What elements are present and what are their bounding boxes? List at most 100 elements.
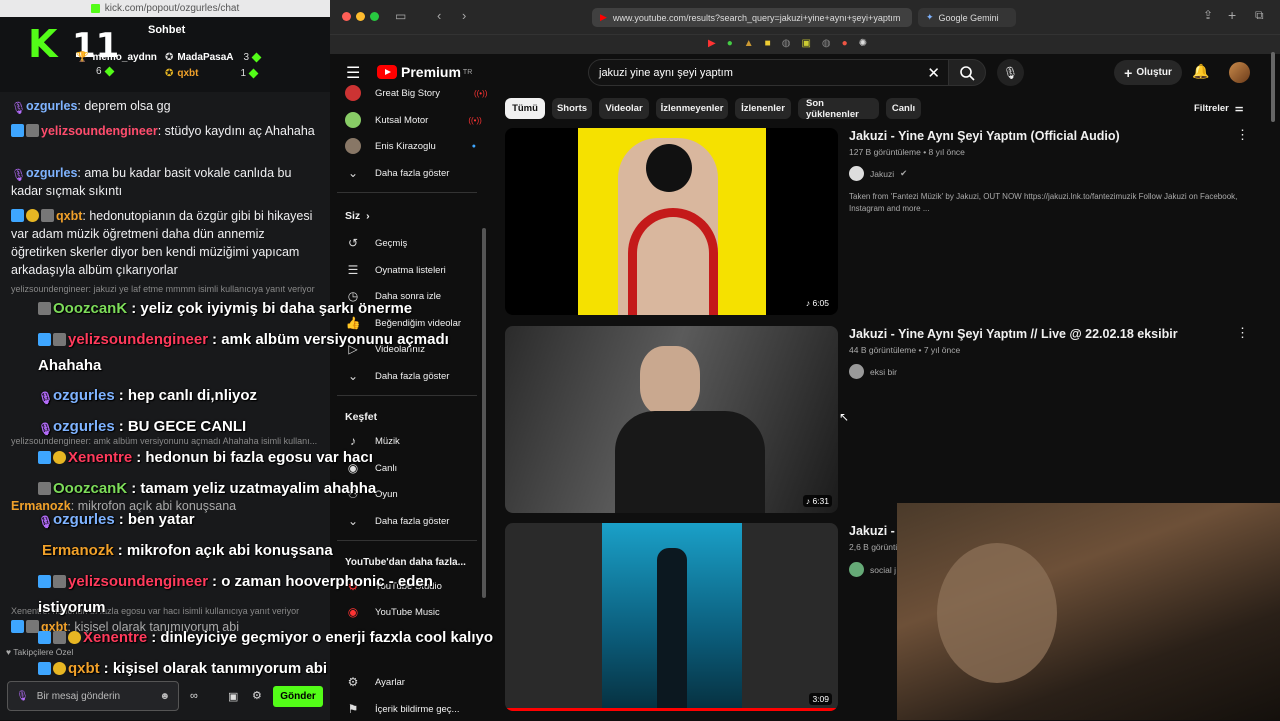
chip-videos[interactable]: Videolar xyxy=(599,98,649,119)
create-button[interactable]: + Oluştur xyxy=(1114,60,1182,85)
chat-username[interactable]: ozgurles xyxy=(26,99,77,113)
tab-overview-icon[interactable]: ⧉ xyxy=(1255,8,1264,23)
video-channel[interactable]: eksi bir xyxy=(849,364,897,379)
chat-text: : deprem olsa gg xyxy=(77,99,171,113)
emoji-icon[interactable]: ☻ xyxy=(159,691,170,702)
chat-username[interactable]: qxbt xyxy=(56,209,82,223)
video-thumbnail[interactable]: 3:09 xyxy=(505,523,838,711)
sidebar-scrollbar[interactable] xyxy=(482,228,486,598)
infinity-icon[interactable]: ∞ xyxy=(190,690,198,702)
chip-shorts[interactable]: Shorts xyxy=(552,98,592,119)
channel-name: social j xyxy=(870,564,896,575)
video-thumbnail[interactable]: ♪ 6:31 xyxy=(505,326,838,513)
music-note-icon: ♪ xyxy=(350,434,356,448)
tab-google-gemini[interactable]: ✦ Google Gemini xyxy=(918,8,1016,27)
chip-recently-uploaded[interactable]: Son yüklenenler xyxy=(798,98,879,120)
sidebar-label: Great Big Story xyxy=(375,87,440,99)
sidebar-item-history[interactable]: ↺ Geçmiş xyxy=(345,231,407,255)
bookmark-youtube-icon[interactable]: ▶ xyxy=(708,38,716,49)
chat-username[interactable]: yelizsoundengineer xyxy=(41,124,158,138)
sidebar-label: Oynatma listeleri xyxy=(375,264,446,276)
search-button[interactable] xyxy=(948,59,986,86)
overlay-text: : BU GECE CANLI xyxy=(118,418,247,435)
sidebar-item-enis-kirazoglu[interactable]: Enis Kirazoglu ● xyxy=(345,134,476,158)
settings-icon[interactable]: ⚙ xyxy=(252,689,262,702)
chip-all[interactable]: Tümü xyxy=(505,98,545,119)
notifications-bell-icon[interactable]: 🔔 xyxy=(1192,63,1209,80)
sidebar-item-report[interactable]: ⚑ İçerik bildirme geç... xyxy=(345,697,460,721)
more-options-icon[interactable]: ⋮ xyxy=(1236,325,1249,341)
roses-shape xyxy=(628,208,718,315)
chip-watched[interactable]: İzlenenler xyxy=(735,98,791,119)
menu-icon[interactable]: ☰ xyxy=(346,63,360,83)
chat-username[interactable]: ozgurles xyxy=(26,166,77,180)
overlay-text: : o zaman hooverphonic - eden xyxy=(212,573,433,590)
overlay-text: : mikrofon açık abi konuşsana xyxy=(117,542,333,559)
sidebar-item-playlists[interactable]: ☰ Oynatma listeleri xyxy=(345,258,446,282)
youtube-music-icon: ◉ xyxy=(347,605,359,619)
gift-icon[interactable]: ▣ xyxy=(228,690,238,703)
chip-live[interactable]: Canlı xyxy=(886,98,921,119)
plus-icon: + xyxy=(1124,64,1133,81)
bookmark-drop-icon[interactable]: ● xyxy=(727,38,733,49)
share-icon[interactable]: ⇪ xyxy=(1203,8,1213,22)
chevron-down-icon: ⌄ xyxy=(347,369,359,383)
sidebar-item-settings[interactable]: ⚙ Ayarlar xyxy=(345,670,405,694)
bookmark-f-icon[interactable]: ▣ xyxy=(801,38,810,49)
gifter-badge-icon xyxy=(53,662,66,675)
sidebar-toggle-icon[interactable]: ▭ xyxy=(395,9,406,23)
singer-body-shape xyxy=(615,411,765,513)
video-title[interactable]: Jakuzi - Yine Aynı Şeyi Yaptım // Live @… xyxy=(849,327,1178,341)
bookmark-red-icon[interactable]: ● xyxy=(842,38,848,49)
sidebar-item-youtube-music[interactable]: ◉ YouTube Music xyxy=(345,600,440,624)
avatar[interactable] xyxy=(1229,62,1250,83)
filters-button[interactable]: Filtreler ⚌ xyxy=(1194,103,1243,114)
flag-icon: ⚑ xyxy=(347,702,359,716)
sidebar-label: Beğendiğim videolar xyxy=(375,317,462,329)
sliders-icon: ⚌ xyxy=(1234,103,1244,114)
bookmark-square-icon[interactable]: ■ xyxy=(765,38,771,49)
chip-unwatched[interactable]: İzlenmeyenler xyxy=(656,98,728,119)
bookmark-globe-icon[interactable]: ◍ xyxy=(782,38,791,49)
bookmarks-bar: ▶ ● ▲ ■ ◍ ▣ ◍ ● ✺ xyxy=(330,34,1280,54)
section-title: Siz xyxy=(345,210,361,222)
more-options-icon[interactable]: ⋮ xyxy=(1236,127,1249,143)
forward-arrow-icon[interactable]: › xyxy=(462,8,466,23)
voice-search-button[interactable]: 🎙 xyxy=(997,59,1024,86)
overlay-username: yelizsoundengineer xyxy=(68,331,209,348)
sidebar-item-great-big-story[interactable]: Great Big Story ((•)) xyxy=(345,81,487,105)
close-window-icon[interactable] xyxy=(342,12,351,21)
sidebar-divider xyxy=(337,540,477,541)
overlay-text: : hep canlı di,nliyoz xyxy=(118,387,258,404)
youtube-premium-logo[interactable]: Premium TR xyxy=(377,64,472,80)
video-channel[interactable]: Jakuzi ✔ xyxy=(849,166,907,181)
clear-search-icon[interactable]: ✕ xyxy=(927,64,940,82)
channel-avatar xyxy=(849,364,864,379)
bookmark-gear-icon[interactable]: ✺ xyxy=(859,38,867,49)
maximize-window-icon[interactable] xyxy=(370,12,379,21)
search-input[interactable]: jakuzi yine aynı şeyi yaptım ✕ xyxy=(588,59,951,86)
video-channel[interactable]: social j xyxy=(849,562,896,577)
video-thumbnail[interactable]: ♪ 6:05 xyxy=(505,128,838,315)
sidebar-item-kutsal-motor[interactable]: Kutsal Motor ((•)) xyxy=(345,108,482,132)
overlay-chat-line: OoozcanK: tamam yeliz uzatmayalim ahahha xyxy=(38,480,376,497)
back-arrow-icon[interactable]: ‹ xyxy=(437,8,441,23)
medal-icon: ✪ xyxy=(165,68,174,79)
video-age: 8 yıl önce xyxy=(928,147,965,157)
overlay-chat-line: Ahahaha xyxy=(38,357,102,374)
video-title[interactable]: Jakuzi - Yine Aynı Şeyi Yaptım (Official… xyxy=(849,129,1120,143)
chat-input[interactable]: 🎙 Bir mesaj gönderin ☻ xyxy=(7,681,179,711)
page-scrollbar[interactable] xyxy=(1271,52,1275,122)
sidebar-show-more[interactable]: ⌄ Daha fazla göster xyxy=(345,364,450,388)
new-tab-icon[interactable]: + xyxy=(1228,7,1236,23)
sidebar-section-you[interactable]: Siz › xyxy=(345,204,370,228)
address-bar[interactable]: ▶ www.youtube.com/results?search_query=j… xyxy=(592,8,912,27)
sidebar-show-more[interactable]: ⌄ Daha fazla göster xyxy=(345,509,450,533)
bookmark-web-icon[interactable]: ◍ xyxy=(822,38,831,49)
youtube-play-icon xyxy=(377,65,397,79)
send-button[interactable]: Gönder xyxy=(273,686,323,707)
sidebar-show-more[interactable]: ⌄ Daha fazla göster xyxy=(345,161,450,185)
minimize-window-icon[interactable] xyxy=(356,12,365,21)
bookmark-fire-icon[interactable]: ▲ xyxy=(744,38,754,49)
kick-url-bar[interactable]: kick.com/popout/ozgurles/chat xyxy=(0,0,330,17)
